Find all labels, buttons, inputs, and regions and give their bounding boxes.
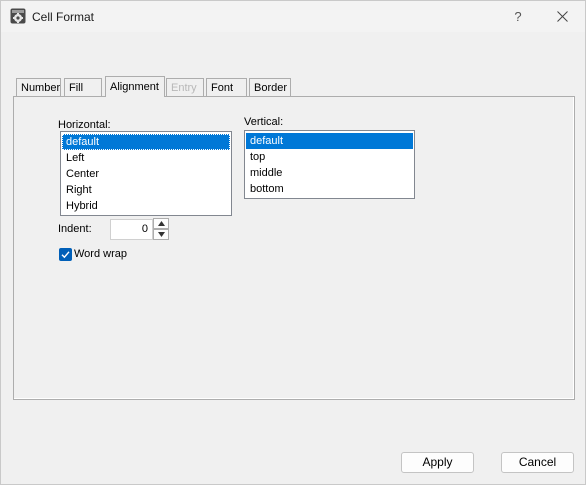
window-title: Cell Format	[32, 10, 95, 24]
horizontal-label: Horizontal:	[58, 119, 111, 131]
horizontal-listbox[interactable]: default Left Center Right Hybrid	[60, 131, 232, 216]
close-button[interactable]	[545, 3, 581, 30]
tab-alignment[interactable]: Alignment	[105, 76, 165, 97]
title-bar: Cell Format ?	[1, 1, 585, 32]
spin-up-button[interactable]	[153, 218, 169, 229]
arrow-down-icon	[158, 232, 165, 237]
settings-app-icon	[10, 8, 26, 24]
list-item[interactable]: Center	[62, 166, 230, 182]
help-button[interactable]: ?	[504, 3, 532, 30]
indent-input[interactable]: 0	[110, 219, 153, 240]
word-wrap-checkbox[interactable]	[59, 248, 72, 261]
tab-fill[interactable]: Fill	[64, 78, 102, 96]
indent-spinner	[153, 218, 170, 241]
list-item[interactable]: top	[246, 149, 413, 165]
vertical-label: Vertical:	[244, 116, 284, 128]
cancel-button[interactable]: Cancel	[501, 452, 574, 473]
spin-down-button[interactable]	[153, 229, 169, 240]
tab-font[interactable]: Font	[206, 78, 247, 96]
list-item[interactable]: Hybrid	[62, 198, 230, 214]
cell-format-dialog: Cell Format ? Number Fill Alignment Entr…	[0, 0, 586, 485]
list-item[interactable]: Right	[62, 182, 230, 198]
close-icon	[557, 11, 568, 22]
word-wrap-label[interactable]: Word wrap	[74, 248, 127, 260]
indent-label: Indent:	[58, 223, 92, 235]
list-item[interactable]: default	[246, 133, 413, 149]
apply-button[interactable]: Apply	[401, 452, 474, 473]
checkmark-icon	[61, 251, 70, 259]
vertical-listbox[interactable]: default top middle bottom	[244, 130, 415, 199]
list-item[interactable]: bottom	[246, 181, 413, 197]
list-item[interactable]: Left	[62, 150, 230, 166]
list-item[interactable]: middle	[246, 165, 413, 181]
tab-number[interactable]: Number	[16, 78, 61, 96]
list-item[interactable]: default	[62, 134, 230, 150]
tab-entry: Entry	[166, 78, 204, 96]
tab-border[interactable]: Border	[249, 78, 291, 96]
arrow-up-icon	[158, 221, 165, 226]
